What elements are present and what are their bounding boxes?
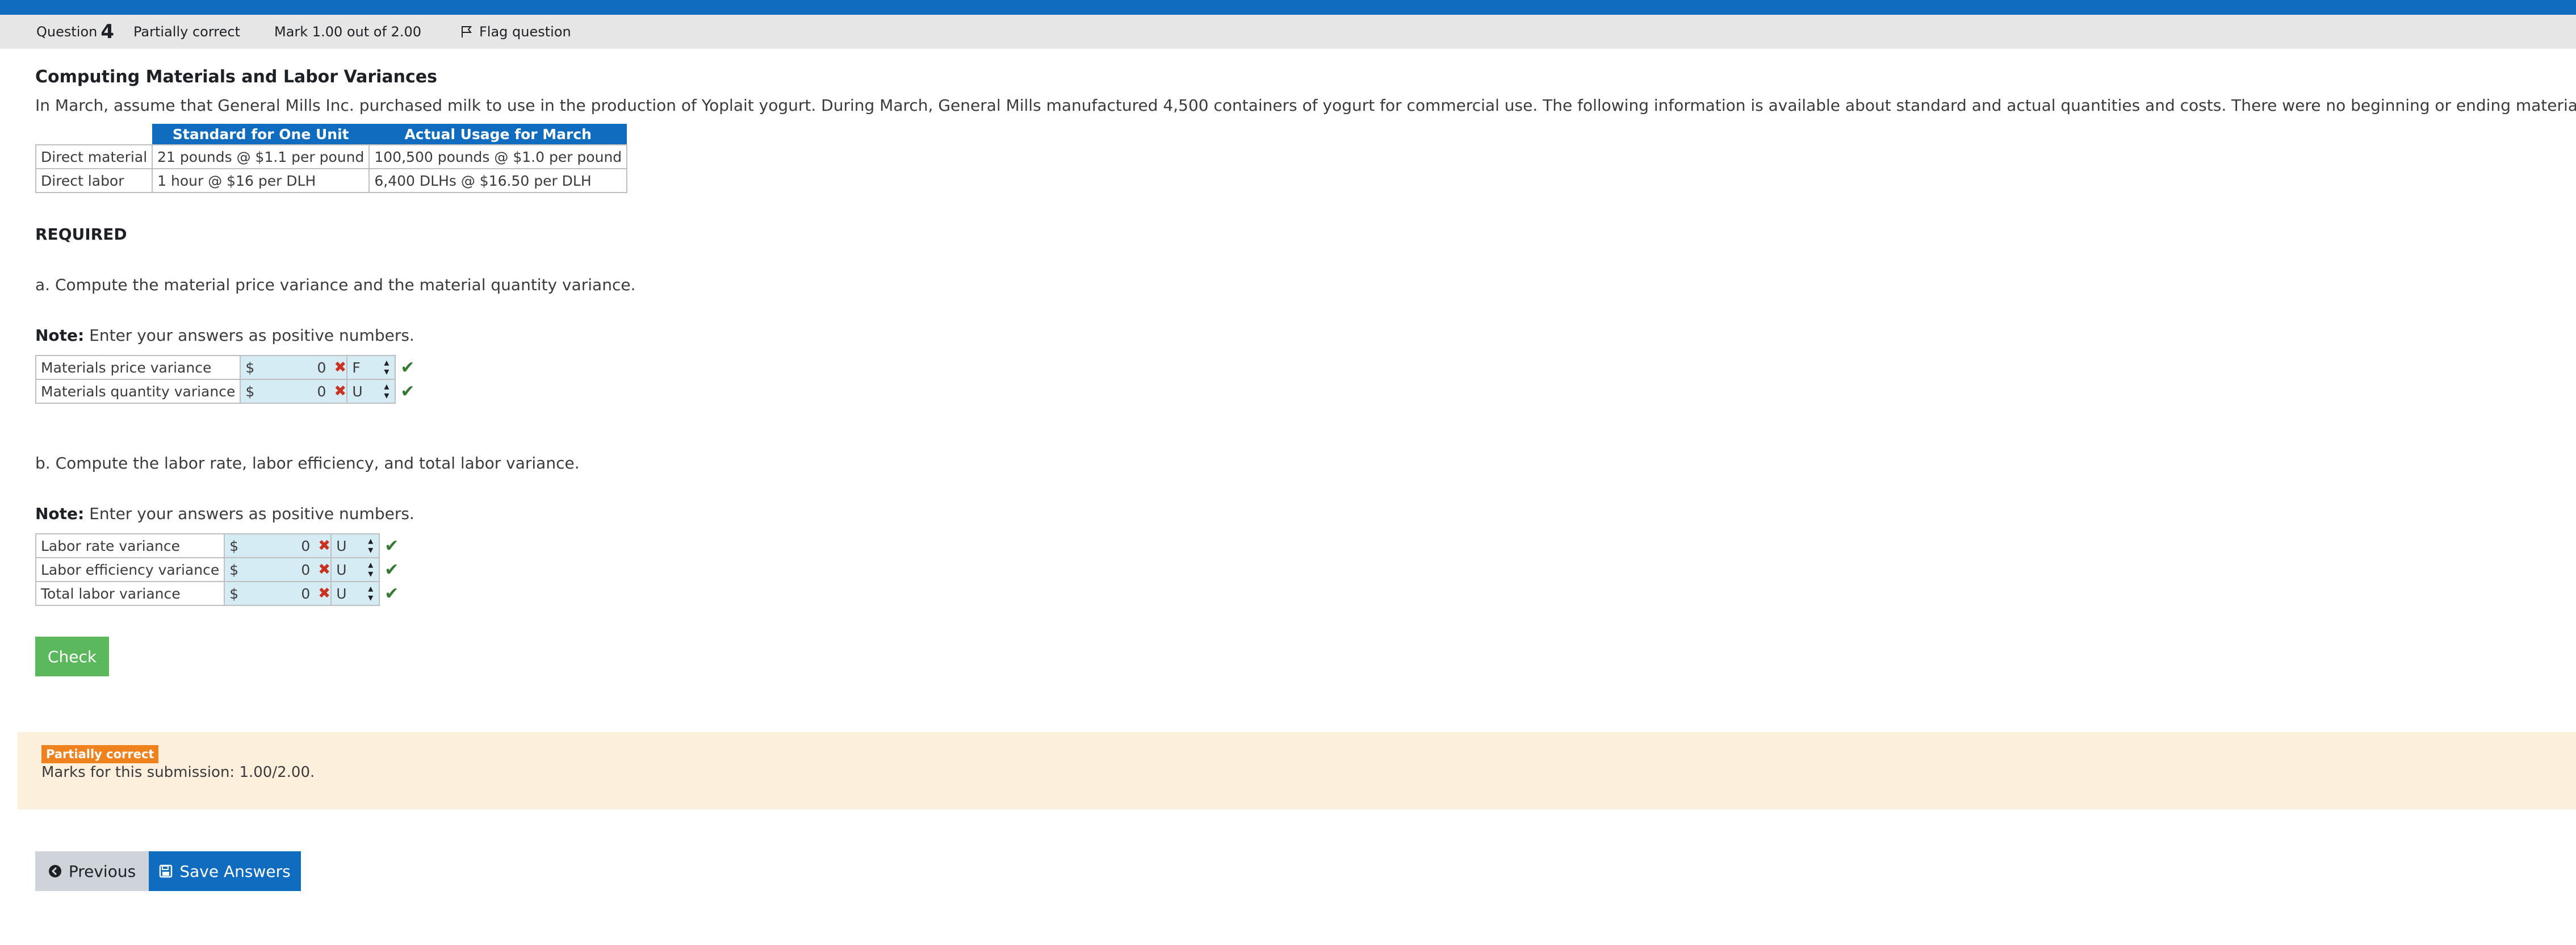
incorrect-icon: ✖: [318, 537, 331, 554]
incorrect-icon: ✖: [318, 585, 331, 602]
part-b-answer-table: Labor rate variance $ 0 ✖ U ▴ ▾ ✔ Labor e…: [35, 533, 400, 606]
incorrect-icon: ✖: [318, 561, 331, 578]
question-label: Question: [36, 24, 98, 40]
currency-symbol: $: [229, 585, 239, 602]
select-value: U: [336, 561, 347, 578]
info-cell: Direct labor: [35, 168, 153, 193]
info-header-blank: [36, 124, 153, 145]
info-cell: Direct material: [35, 144, 153, 169]
note-text: Enter your answers as positive numbers.: [84, 504, 414, 523]
correct-icon: ✔: [384, 583, 399, 604]
partially-correct-badge: Partially correct: [41, 745, 159, 763]
select-arrows-icon: ▴ ▾: [368, 559, 374, 580]
info-header-actual: Actual Usage for March: [369, 124, 627, 145]
flag-question-label: Flag question: [479, 24, 571, 40]
info-table-header: Standard for One Unit Actual Usage for M…: [36, 124, 627, 145]
check-button[interactable]: Check: [35, 637, 109, 676]
labor-efficiency-variance-select[interactable]: U ▴ ▾: [330, 558, 379, 581]
table-row: Materials price variance $ 0 ✖ F ▴ ▾ ✔: [35, 355, 416, 380]
table-row: Direct labor 1 hour @ $16 per DLH 6,400 …: [35, 168, 628, 193]
incorrect-icon: ✖: [334, 383, 347, 400]
answer-label: Total labor variance: [35, 581, 225, 606]
table-row: Direct material 21 pounds @ $1.1 per pou…: [35, 144, 628, 169]
select-arrows-icon: ▴ ▾: [368, 535, 374, 556]
correct-icon: ✔: [384, 536, 399, 556]
labor-rate-variance-select[interactable]: U ▴ ▾: [330, 534, 379, 557]
select-value: U: [336, 537, 347, 554]
info-header-standard: Standard for One Unit: [152, 124, 370, 145]
currency-symbol: $: [245, 359, 255, 376]
question-number: 4: [100, 20, 115, 43]
navigation-buttons: Previous Save Answers: [35, 851, 301, 891]
question-state: Partially correct: [133, 24, 240, 40]
flag-question-link[interactable]: Flag question: [460, 24, 571, 40]
submission-marks: Marks for this submission: 1.00/2.00.: [41, 764, 315, 781]
incorrect-icon: ✖: [334, 359, 347, 376]
question-mark: Mark 1.00 out of 2.00: [274, 24, 421, 40]
currency-symbol: $: [229, 537, 239, 554]
select-value: F: [352, 359, 361, 376]
select-value: U: [352, 383, 363, 400]
part-a-note: Note: Enter your answers as positive num…: [35, 326, 2556, 345]
answer-cell: $ 0 ✖ U ▴ ▾: [240, 379, 396, 404]
part-a-prompt: a. Compute the material price variance a…: [35, 275, 636, 294]
previous-label: Previous: [68, 862, 136, 881]
labor-rate-variance-input[interactable]: 0: [243, 538, 310, 554]
floppy-disk-icon: [160, 864, 173, 878]
table-row: Materials quantity variance $ 0 ✖ U ▴ ▾ ✔: [35, 379, 416, 404]
chevron-left-circle-icon: [48, 865, 61, 877]
answer-cell: $ 0 ✖ F ▴ ▾: [240, 355, 396, 380]
question-title: Computing Materials and Labor Variances: [35, 67, 438, 87]
total-labor-variance-input[interactable]: 0: [243, 586, 310, 602]
feedback-panel: Partially correct Marks for this submiss…: [18, 732, 2576, 809]
select-arrows-icon: ▴ ▾: [384, 357, 389, 378]
question-info-bar: Question 4 Partially correct Mark 1.00 o…: [0, 15, 2576, 49]
correct-icon: ✔: [400, 381, 415, 402]
correct-icon: ✔: [400, 357, 415, 378]
answer-label: Materials quantity variance: [35, 379, 241, 404]
materials-price-variance-select[interactable]: F ▴ ▾: [346, 356, 395, 379]
answer-cell: $ 0 ✖ U ▴ ▾: [224, 533, 380, 558]
answer-cell: $ 0 ✖ U ▴ ▾: [224, 557, 380, 582]
part-b-note: Note: Enter your answers as positive num…: [35, 504, 2556, 523]
correct-icon: ✔: [384, 559, 399, 580]
table-row: Total labor variance $ 0 ✖ U ▴ ▾ ✔: [35, 581, 399, 606]
info-cell: 6,400 DLHs @ $16.50 per DLH: [368, 168, 628, 193]
table-row: Labor efficiency variance $ 0 ✖ U ▴ ▾ ✔: [35, 557, 399, 582]
note-label: Note:: [35, 504, 85, 523]
part-a-answer-table: Materials price variance $ 0 ✖ F ▴ ▾ ✔ Ma…: [35, 355, 416, 404]
answer-label: Labor efficiency variance: [35, 557, 225, 582]
answer-label: Labor rate variance: [35, 533, 225, 558]
materials-quantity-variance-input[interactable]: 0: [259, 383, 326, 400]
top-brand-bar: [0, 0, 2576, 15]
note-text: Enter your answers as positive numbers.: [84, 326, 414, 345]
table-row: Labor rate variance $ 0 ✖ U ▴ ▾ ✔: [35, 533, 399, 558]
previous-button[interactable]: Previous: [35, 851, 149, 891]
select-arrows-icon: ▴ ▾: [384, 380, 389, 402]
select-value: U: [336, 585, 347, 602]
materials-price-variance-input[interactable]: 0: [259, 359, 326, 376]
note-label: Note:: [35, 326, 85, 345]
info-cell: 1 hour @ $16 per DLH: [152, 168, 370, 193]
info-cell: 21 pounds @ $1.1 per pound: [152, 144, 370, 169]
question-content: Computing Materials and Labor Variances …: [35, 67, 2576, 676]
materials-quantity-variance-select[interactable]: U ▴ ▾: [346, 380, 395, 403]
answer-cell: $ 0 ✖ U ▴ ▾: [224, 581, 380, 606]
total-labor-variance-select[interactable]: U ▴ ▾: [330, 582, 379, 605]
part-b-prompt: b. Compute the labor rate, labor efficie…: [35, 454, 580, 472]
currency-symbol: $: [245, 383, 255, 400]
info-table: Standard for One Unit Actual Usage for M…: [35, 124, 628, 193]
answer-label: Materials price variance: [35, 355, 241, 380]
select-arrows-icon: ▴ ▾: [368, 583, 374, 604]
question-intro: In March, assume that General Mills Inc.…: [35, 96, 2576, 115]
flag-icon: [462, 26, 472, 37]
required-heading: REQUIRED: [35, 225, 127, 244]
save-answers-label: Save Answers: [179, 862, 291, 881]
currency-symbol: $: [229, 561, 239, 578]
save-answers-button[interactable]: Save Answers: [149, 851, 301, 891]
labor-efficiency-variance-input[interactable]: 0: [243, 562, 310, 578]
info-cell: 100,500 pounds @ $1.0 per pound: [368, 144, 628, 169]
